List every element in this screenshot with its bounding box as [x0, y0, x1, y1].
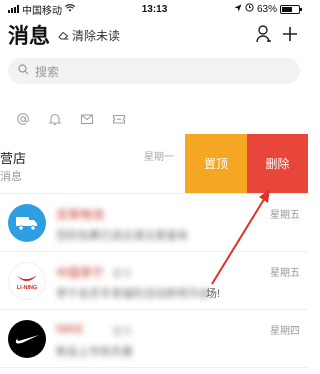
battery-percent: 63% [256, 3, 277, 15]
swiped-conversation-row[interactable]: 营店 消息 星期一 置顶 删除 [0, 134, 308, 194]
contacts-icon[interactable] [256, 24, 272, 44]
clear-unread-button[interactable]: 清除未读 [58, 27, 120, 44]
at-icon[interactable] [16, 112, 30, 126]
conversation-preview-tail: 场! [206, 288, 221, 300]
conversation-time: 星期五 [270, 268, 300, 279]
search-input[interactable]: 搜索 [8, 58, 300, 84]
status-time: 13:13 [141, 3, 168, 15]
conversation-row[interactable]: LI-NING 中国李宁 官方 李宁会员专享福利活动即将开启 场! 星期五 [0, 252, 308, 310]
truck-icon [16, 216, 37, 231]
wifi-icon [64, 3, 76, 15]
conversation-time: 星期一 [144, 152, 174, 163]
delete-button[interactable]: 删除 [247, 134, 308, 193]
truck-avatar [8, 203, 46, 242]
status-bar: 中国移动 13:13 63% [0, 0, 308, 18]
conversation-row[interactable]: 百草物流 您的包裹已送达请注意查收 星期五 [0, 194, 308, 252]
conversation-name: 百草物流 [56, 208, 105, 222]
search-placeholder: 搜索 [35, 64, 60, 79]
quick-filter-row [0, 100, 308, 138]
conversation-row[interactable]: NIKE 官方 新品上市抢先看 星期四 [0, 310, 308, 368]
header-actions [256, 24, 298, 44]
add-icon[interactable] [282, 26, 298, 42]
conversation-preview: 李宁会员专享福利活动即将开启 [56, 288, 210, 300]
battery-fill [282, 6, 293, 12]
pin-button[interactable]: 置顶 [185, 134, 247, 193]
conversation-name: 中国李宁 [56, 266, 105, 280]
swiped-row-content[interactable]: 营店 消息 星期一 [0, 134, 186, 193]
coupon-icon[interactable] [112, 112, 126, 126]
bell-icon[interactable] [48, 112, 62, 126]
status-left: 中国移动 [8, 2, 76, 17]
svg-text:LI-NING: LI-NING [17, 285, 37, 291]
conversation-preview: 消息 [0, 171, 22, 183]
page-title: 消息 [8, 25, 50, 48]
mail-icon[interactable] [80, 112, 94, 126]
lining-logo: LI-NING [8, 261, 46, 300]
signal-icon [8, 5, 19, 13]
header: 消息 清除未读 [0, 18, 308, 52]
conversation-list: 营店 消息 星期一 置顶 删除 百草物流 您的包裹已送达请注意查收 星期五 LI… [0, 134, 308, 368]
conversation-name: 营店 [0, 151, 27, 166]
eraser-icon [58, 31, 69, 40]
alarm-icon [245, 3, 254, 15]
conversation-preview: 新品上市抢先看 [56, 346, 133, 358]
status-right: 63% [234, 3, 302, 15]
clear-unread-label: 清除未读 [72, 28, 121, 43]
carrier-label: 中国移动 [22, 5, 62, 17]
search-icon [18, 64, 29, 78]
conversation-time: 星期五 [270, 210, 300, 221]
nike-logo [8, 319, 46, 358]
location-icon [234, 4, 242, 15]
conversation-preview: 您的包裹已送达请注意查收 [56, 230, 188, 242]
battery-icon [280, 4, 302, 14]
conversation-name: NIKE [56, 322, 85, 336]
conversation-tag: 官方 [112, 269, 132, 280]
conversation-tag: 官方 [112, 327, 132, 338]
conversation-time: 星期四 [270, 326, 300, 337]
